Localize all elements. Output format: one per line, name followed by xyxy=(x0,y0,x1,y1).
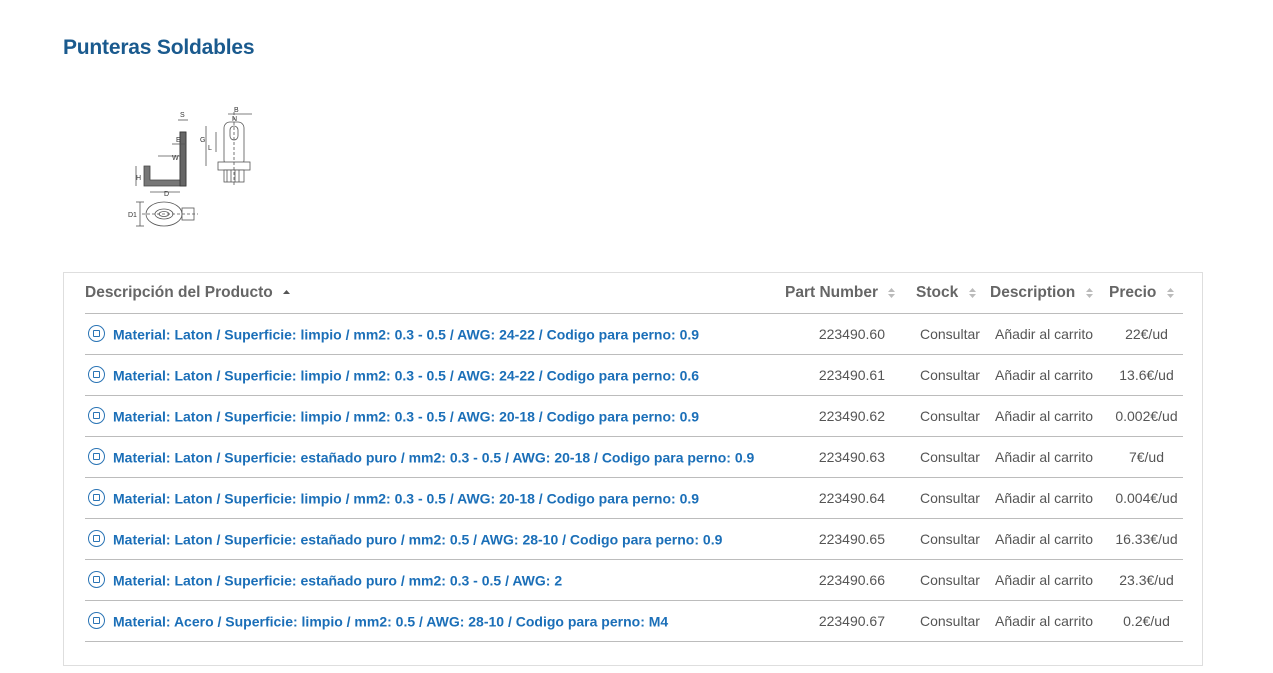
part-number-cell: 223490.62 xyxy=(785,395,885,437)
product-description-link[interactable]: Material: Laton / Superficie: estañado p… xyxy=(113,572,562,588)
diagram-label: L xyxy=(208,145,212,152)
product-description-link[interactable]: Material: Laton / Superficie: estañado p… xyxy=(113,531,722,547)
table-row: Material: Acero / Superficie: limpio / m… xyxy=(85,600,1183,642)
table-row: Material: Laton / Superficie: estañado p… xyxy=(85,518,1183,560)
product-description-link[interactable]: Material: Laton / Superficie: limpio / m… xyxy=(113,490,699,506)
add-to-cart-link[interactable]: Añadir al carrito xyxy=(985,354,1100,396)
expand-row-icon[interactable] xyxy=(88,612,105,630)
column-header-price[interactable]: Precio xyxy=(1100,273,1183,314)
table-row: Material: Laton / Superficie: estañado p… xyxy=(85,436,1183,478)
description-cell: Material: Laton / Superficie: limpio / m… xyxy=(85,313,785,355)
column-label: Stock xyxy=(916,283,959,301)
expand-row-icon[interactable] xyxy=(88,366,105,384)
part-number-cell: 223490.67 xyxy=(785,600,885,642)
table-row: Material: Laton / Superficie: limpio / m… xyxy=(85,395,1183,437)
price-cell: 16.33€/ud xyxy=(1100,518,1183,560)
stock-cell: Consultar xyxy=(885,559,985,601)
diagram-label: B xyxy=(234,107,239,114)
expand-row-icon[interactable] xyxy=(88,448,105,466)
description-cell: Material: Laton / Superficie: limpio / m… xyxy=(85,477,785,519)
column-label: Precio xyxy=(1109,283,1157,301)
stock-cell: Consultar xyxy=(885,395,985,437)
product-description-link[interactable]: Material: Laton / Superficie: estañado p… xyxy=(113,449,754,465)
diagram-label: E xyxy=(176,137,181,144)
price-cell: 22€/ud xyxy=(1100,313,1183,355)
price-cell: 0.004€/ud xyxy=(1100,477,1183,519)
column-label: Description xyxy=(990,283,1076,301)
price-cell: 7€/ud xyxy=(1100,436,1183,478)
part-number-cell: 223490.66 xyxy=(785,559,885,601)
description-cell: Material: Laton / Superficie: estañado p… xyxy=(85,559,785,601)
table-row: Material: Laton / Superficie: limpio / m… xyxy=(85,313,1183,355)
table-row: Material: Laton / Superficie: limpio / m… xyxy=(85,354,1183,396)
expand-row-icon[interactable] xyxy=(88,530,105,548)
price-cell: 0.002€/ud xyxy=(1100,395,1183,437)
stock-cell: Consultar xyxy=(885,600,985,642)
description-cell: Material: Laton / Superficie: estañado p… xyxy=(85,436,785,478)
expand-row-icon[interactable] xyxy=(88,489,105,507)
description-cell: Material: Laton / Superficie: limpio / m… xyxy=(85,395,785,437)
add-to-cart-link[interactable]: Añadir al carrito xyxy=(985,559,1100,601)
add-to-cart-link[interactable]: Añadir al carrito xyxy=(985,600,1100,642)
description-cell: Material: Acero / Superficie: limpio / m… xyxy=(85,600,785,642)
sort-icon xyxy=(968,287,976,298)
sort-icon xyxy=(1085,287,1093,298)
column-header-stock[interactable]: Stock xyxy=(885,273,985,314)
column-label: Part Number xyxy=(785,283,879,301)
expand-row-icon[interactable] xyxy=(88,571,105,589)
product-table-panel: Descripción del Producto Part Number Sto… xyxy=(63,272,1203,666)
diagram-label: H xyxy=(136,175,141,182)
add-to-cart-link[interactable]: Añadir al carrito xyxy=(985,477,1100,519)
price-cell: 23.3€/ud xyxy=(1100,559,1183,601)
stock-cell: Consultar xyxy=(885,477,985,519)
table-row: Material: Laton / Superficie: estañado p… xyxy=(85,559,1183,601)
sort-ascending-icon xyxy=(283,289,291,294)
diagram-label: G xyxy=(200,137,205,144)
product-description-link[interactable]: Material: Laton / Superficie: limpio / m… xyxy=(113,408,699,424)
stock-cell: Consultar xyxy=(885,518,985,560)
part-number-cell: 223490.64 xyxy=(785,477,885,519)
diagram-label: D1 xyxy=(128,212,137,219)
part-number-cell: 223490.63 xyxy=(785,436,885,478)
price-cell: 13.6€/ud xyxy=(1100,354,1183,396)
product-table: Descripción del Producto Part Number Sto… xyxy=(85,273,1183,642)
column-header-description-2[interactable]: Description xyxy=(985,273,1100,314)
table-header-row: Descripción del Producto Part Number Sto… xyxy=(85,273,1183,314)
stock-cell: Consultar xyxy=(885,436,985,478)
product-description-link[interactable]: Material: Laton / Superficie: limpio / m… xyxy=(113,367,699,383)
column-header-part-number[interactable]: Part Number xyxy=(785,273,896,314)
price-cell: 0.2€/ud xyxy=(1100,600,1183,642)
add-to-cart-link[interactable]: Añadir al carrito xyxy=(985,436,1100,478)
add-to-cart-link[interactable]: Añadir al carrito xyxy=(985,313,1100,355)
diagram-label: W xyxy=(172,155,179,162)
column-label: Descripción del Producto xyxy=(85,283,273,301)
sort-icon xyxy=(888,287,896,298)
page-title: Punteras Soldables xyxy=(63,36,255,59)
product-description-link[interactable]: Material: Laton / Superficie: limpio / m… xyxy=(113,326,699,342)
table-row: Material: Laton / Superficie: limpio / m… xyxy=(85,477,1183,519)
column-header-description[interactable]: Descripción del Producto xyxy=(85,273,785,314)
diagram-label: N xyxy=(232,116,237,123)
add-to-cart-link[interactable]: Añadir al carrito xyxy=(985,518,1100,560)
product-diagram: S B N E G L W H D D1 xyxy=(128,107,252,227)
part-number-cell: 223490.65 xyxy=(785,518,885,560)
stock-cell: Consultar xyxy=(885,313,985,355)
description-cell: Material: Laton / Superficie: limpio / m… xyxy=(85,354,785,396)
expand-row-icon[interactable] xyxy=(88,325,105,343)
sort-icon xyxy=(1166,287,1174,298)
part-number-cell: 223490.60 xyxy=(785,313,885,355)
description-cell: Material: Laton / Superficie: estañado p… xyxy=(85,518,785,560)
diagram-label: D xyxy=(164,191,169,198)
diagram-label: S xyxy=(180,112,185,119)
add-to-cart-link[interactable]: Añadir al carrito xyxy=(985,395,1100,437)
stock-cell: Consultar xyxy=(885,354,985,396)
product-description-link[interactable]: Material: Acero / Superficie: limpio / m… xyxy=(113,613,668,629)
expand-row-icon[interactable] xyxy=(88,407,105,425)
part-number-cell: 223490.61 xyxy=(785,354,885,396)
